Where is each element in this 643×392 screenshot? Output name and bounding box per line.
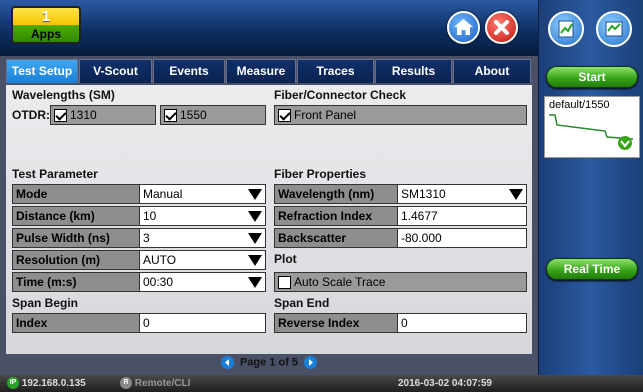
save-icon [605,21,623,37]
dropdown-arrow-icon [248,211,262,222]
index-input[interactable]: 0 [139,313,266,333]
time-value: 00:30 [143,275,174,289]
wavelengths-title: Wavelengths (SM) [12,88,115,102]
close-icon [494,20,509,35]
index-label: Index [12,313,140,333]
tab-traces[interactable]: Traces [297,59,374,83]
backscatter-input[interactable]: -80.000 [397,228,527,248]
resolution-label: Resolution (m) [12,250,140,270]
network-icon: IP [7,377,19,390]
mode-value: Manual [143,187,183,201]
distance-label: Distance (km) [12,206,140,226]
reverse-index-input[interactable]: 0 [397,313,527,333]
wavelength-1550-label: 1550 [180,108,207,122]
fiber-check-title: Fiber/Connector Check [274,88,407,102]
wavelength-1310-label: 1310 [70,108,97,122]
trace-preview [549,114,634,150]
tab-measure[interactable]: Measure [226,59,296,83]
resolution-dropdown[interactable]: AUTO [139,250,266,270]
report-button[interactable] [548,11,584,47]
pulse-width-value: 3 [143,231,150,245]
span-end-title: Span End [274,296,330,310]
distance-dropdown[interactable]: 10 [139,206,266,226]
save-button[interactable] [596,11,632,47]
apps-button[interactable]: 1 Apps [11,6,81,44]
otdr-label: OTDR: [12,108,50,122]
test-setup-content: Wavelengths (SM) OTDR: 1310 1550 Fiber/C… [6,85,532,354]
pager: Page 1 of 5 [0,356,538,369]
remote-status: R Remote/CLI [120,375,190,392]
tab-results[interactable]: Results [375,59,452,83]
checkbox-icon [278,276,291,290]
page-indicator: Page 1 of 5 [239,356,299,369]
wavelength-1310-checkbox[interactable]: 1310 [50,105,156,125]
span-begin-title: Span Begin [12,296,79,310]
check-icon [278,109,291,123]
remote-label: Remote/CLI [134,378,191,389]
check-icon [164,109,177,123]
refraction-index-label: Refraction Index [274,206,398,226]
wavelength-1550-checkbox[interactable]: 1550 [160,105,266,125]
main-panel: Test Setup V-Scout Events Measure Traces… [0,56,538,375]
dropdown-arrow-icon [509,189,523,200]
start-button[interactable]: Start [546,66,638,88]
prev-page-button[interactable] [220,356,234,369]
dropdown-arrow-icon [248,255,262,266]
mode-label: Mode [12,184,140,204]
tab-about[interactable]: About [453,59,531,83]
pulse-width-label: Pulse Width (ns) [12,228,140,248]
real-time-button[interactable]: Real Time [546,258,638,280]
test-parameter-title: Test Parameter [12,167,98,181]
resolution-value: AUTO [143,253,177,267]
datetime: 2016-03-02 04:07:59 [398,378,492,389]
front-panel-label: Front Panel [294,108,357,122]
top-bar: 1 Apps [0,0,538,56]
apps-label: Apps [31,27,61,41]
distance-value: 10 [143,209,157,223]
time-dropdown[interactable]: 00:30 [139,272,266,292]
auto-scale-trace-checkbox[interactable]: Auto Scale Trace [274,272,527,292]
home-icon [454,19,473,35]
right-sidebar: Start default/1550 Real Time [538,0,643,375]
wavelength-nm-label: Wavelength (nm) [274,184,398,204]
status-bar: IP 192.168.0.135 R Remote/CLI 2016-03-02… [0,375,643,392]
pulse-width-dropdown[interactable]: 3 [139,228,266,248]
refraction-index-input[interactable]: 1.4677 [397,206,527,226]
dropdown-arrow-icon [248,277,262,288]
check-icon [54,109,67,123]
wavelength-nm-dropdown[interactable]: SM1310 [397,184,527,204]
arrow-left-icon [224,359,229,366]
mode-dropdown[interactable]: Manual [139,184,266,204]
backscatter-label: Backscatter [274,228,398,248]
remote-icon: R [120,377,132,390]
tab-v-scout[interactable]: V-Scout [79,59,152,83]
dropdown-arrow-icon [248,233,262,244]
ip-address: 192.168.0.135 [21,378,86,389]
trace-thumbnail[interactable]: default/1550 [544,96,640,158]
tab-bar: Test Setup V-Scout Events Measure Traces… [6,59,532,85]
home-button[interactable] [447,11,480,44]
plot-title: Plot [274,252,297,266]
fiber-properties-title: Fiber Properties [274,167,367,181]
time-label: Time (m:s) [12,272,140,292]
tab-events[interactable]: Events [153,59,225,83]
arrow-right-icon [309,359,314,366]
apps-count: 1 [41,8,51,25]
auto-scale-trace-label: Auto Scale Trace [294,275,386,289]
front-panel-checkbox[interactable]: Front Panel [274,105,527,125]
tab-test-setup[interactable]: Test Setup [6,59,78,83]
report-icon [558,20,574,38]
reverse-index-label: Reverse Index [274,313,398,333]
next-page-button[interactable] [304,356,318,369]
dropdown-arrow-icon [248,189,262,200]
ip-status: IP 192.168.0.135 [7,375,86,392]
close-button[interactable] [485,11,518,44]
wavelength-nm-value: SM1310 [401,187,446,201]
